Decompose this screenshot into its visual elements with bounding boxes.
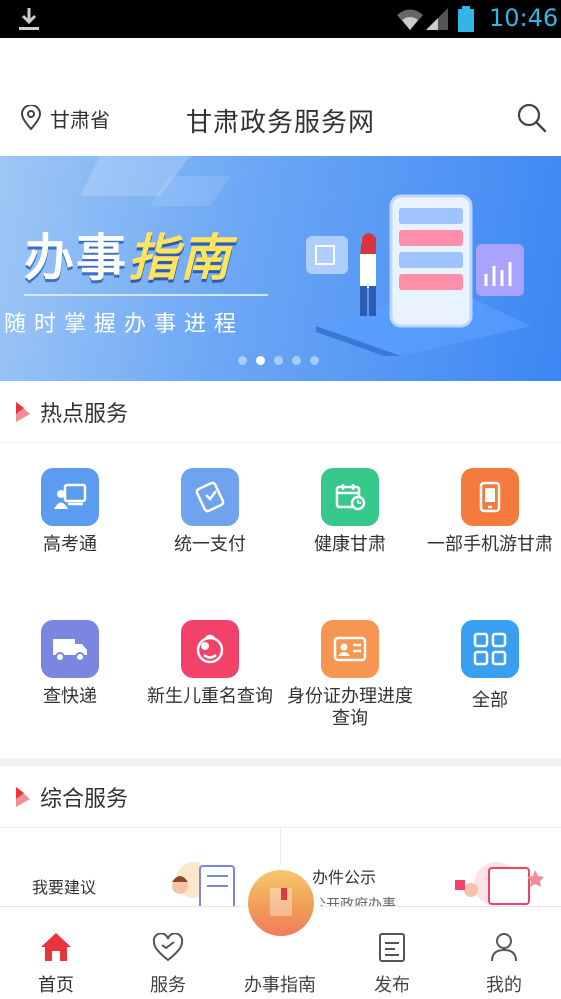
grid-icon <box>461 620 519 678</box>
service-unified-payment[interactable]: 统一支付 <box>140 468 280 556</box>
nav-label: 我的 <box>486 975 522 996</box>
nav-mine[interactable]: 我的 <box>459 927 549 997</box>
banner-title: 办事指南 <box>24 218 232 290</box>
comprehensive-services-header: 综合服务 <box>0 766 561 828</box>
user-icon <box>491 933 517 962</box>
home-icon <box>41 933 71 961</box>
exam-board-icon <box>41 468 99 526</box>
status-bar: 10:46 <box>0 0 561 38</box>
signal-icon <box>426 8 448 30</box>
suggestion-illustration <box>172 862 235 910</box>
banner-title-part2: 指南 <box>128 229 232 287</box>
service-gaokao[interactable]: 高考通 <box>0 468 140 556</box>
service-mobile-travel[interactable]: 一部手机游甘肃 <box>420 468 560 556</box>
status-time: 10:46 <box>489 4 559 32</box>
suggestion-label: 我要建议 <box>32 878 97 897</box>
wifi-icon <box>397 9 423 30</box>
service-health-gansu[interactable]: 健康甘肃 <box>280 468 420 556</box>
carousel-dot[interactable] <box>310 356 319 365</box>
banner-decoration <box>80 156 230 206</box>
service-label: 统一支付 <box>174 534 246 555</box>
app-header: 甘肃省 甘肃政务服务网 <box>0 38 561 156</box>
guide-book-glyph <box>270 888 292 916</box>
carousel-dot[interactable] <box>274 356 283 365</box>
page-title: 甘肃政务服务网 <box>185 108 375 138</box>
battery-icon <box>458 6 474 32</box>
heart-icon <box>152 933 184 962</box>
mobile-phone-icon <box>461 468 519 526</box>
nav-guide[interactable]: 办事指南 <box>235 927 325 997</box>
baby-face-icon <box>181 620 239 678</box>
download-icon <box>19 8 39 30</box>
guide-book-icon[interactable] <box>248 870 314 936</box>
hot-services-grid: 高考通 统一支付 健康甘肃 一部手机游甘肃 查快递 新生儿重名查询 身份证办理进… <box>0 444 561 758</box>
service-label: 查快递 <box>43 686 97 707</box>
health-calendar-icon <box>321 468 379 526</box>
service-label: 新生儿重名查询 <box>147 686 273 707</box>
banner-carousel[interactable]: 办事指南 随时掌握办事进程 <box>0 156 561 381</box>
nav-label: 首页 <box>38 975 74 996</box>
case-publicity-card[interactable]: 办件公示 公开政府办事 <box>281 828 561 913</box>
banner-subtitle: 随时掌握办事进程 <box>4 312 245 337</box>
carousel-dot[interactable] <box>292 356 301 365</box>
nav-label: 服务 <box>150 975 186 996</box>
service-all[interactable]: 全部 <box>420 620 560 712</box>
service-id-card[interactable]: 身份证办理进度查询 <box>280 620 420 730</box>
nav-label: 办事指南 <box>244 975 316 996</box>
nav-publish[interactable]: 发布 <box>347 927 437 997</box>
search-icon[interactable] <box>516 102 548 134</box>
app-screen: 10:46 甘肃省 甘肃政务服务网 办事指南 随时掌握办事进程 热点服务 高考通… <box>0 0 561 999</box>
section-flag-icon <box>16 401 30 422</box>
service-label: 身份证办理进度查询 <box>287 686 413 729</box>
suggestion-card[interactable]: 我要建议 <box>0 828 280 910</box>
case-publicity-label: 办件公示 <box>312 868 377 887</box>
banner-title-part1: 办事 <box>24 229 128 287</box>
phone-illustration <box>306 194 531 356</box>
hot-services-title: 热点服务 <box>40 401 129 427</box>
id-card-icon <box>321 620 379 678</box>
nav-service[interactable]: 服务 <box>123 927 213 997</box>
section-flag-icon <box>16 786 30 807</box>
edit-document-icon <box>379 933 405 962</box>
carousel-dot[interactable] <box>238 356 247 365</box>
section-gap <box>0 758 561 766</box>
comprehensive-services-title: 综合服务 <box>40 786 129 812</box>
delivery-truck-icon <box>41 620 99 678</box>
carousel-indicator <box>238 356 319 365</box>
service-label: 健康甘肃 <box>314 534 386 555</box>
payment-card-icon <box>181 468 239 526</box>
nav-label: 发布 <box>374 975 410 996</box>
case-publicity-illustration <box>455 862 544 906</box>
nav-home[interactable]: 首页 <box>11 927 101 997</box>
service-label: 高考通 <box>43 534 97 555</box>
service-express[interactable]: 查快递 <box>0 620 140 708</box>
hot-services-header: 热点服务 <box>0 381 561 443</box>
service-label: 全部 <box>472 690 508 711</box>
carousel-dot-active[interactable] <box>256 356 265 365</box>
banner-divider <box>24 294 268 296</box>
service-label: 一部手机游甘肃 <box>427 534 553 555</box>
service-newborn-name[interactable]: 新生儿重名查询 <box>140 620 280 708</box>
